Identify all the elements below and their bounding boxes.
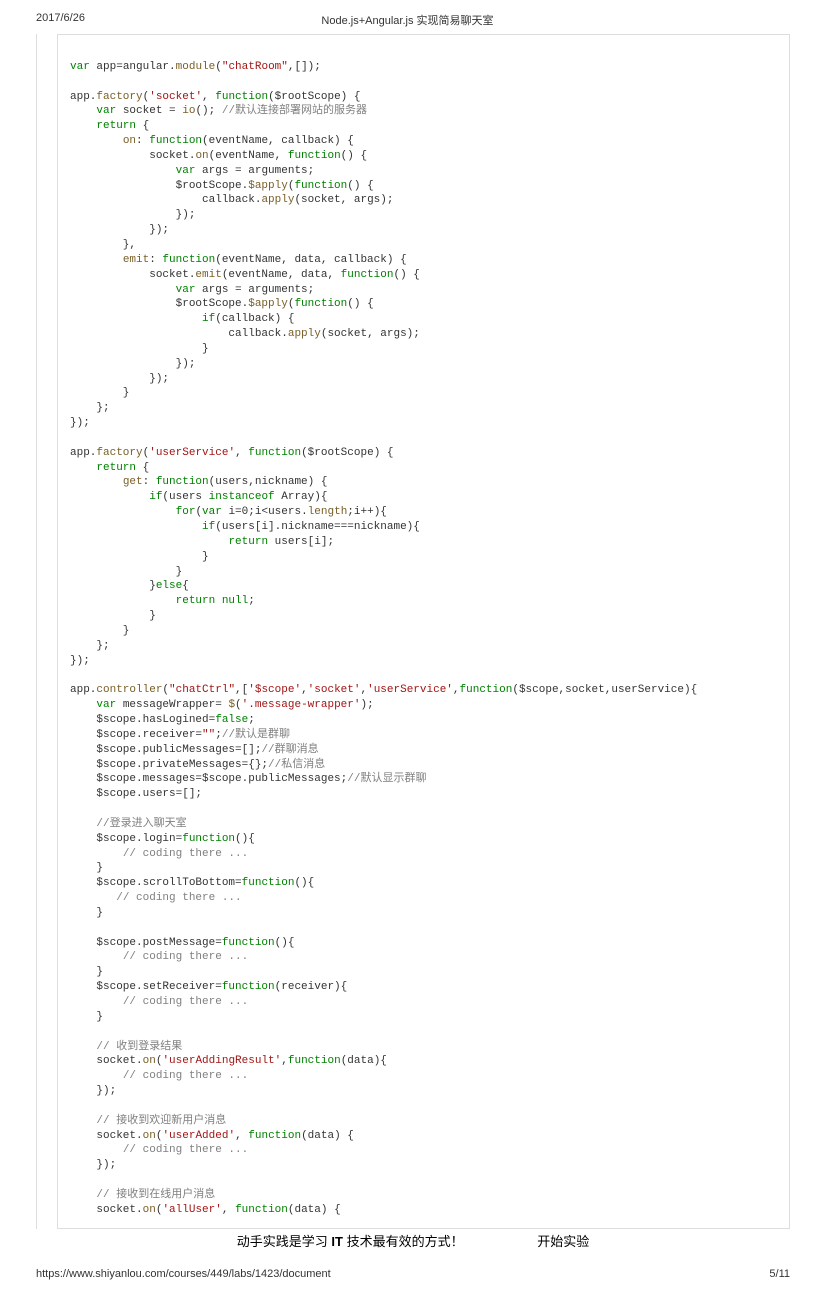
footer-url: https://www.shiyanlou.com/courses/449/la… bbox=[36, 1268, 331, 1280]
banner-slogan: 动手实践是学习 IT 技术最有效的方式！ bbox=[237, 1231, 464, 1250]
code-block: var app=angular.module("chatRoom",[]); a… bbox=[57, 34, 790, 1229]
kw-var: var bbox=[70, 61, 90, 73]
start-experiment-button[interactable]: 开始实验 bbox=[537, 1231, 589, 1250]
content-wrap: var app=angular.module("chatRoom",[]); a… bbox=[36, 34, 790, 1229]
bottom-banner: 动手实践是学习 IT 技术最有效的方式！ 开始实验 bbox=[36, 1229, 790, 1254]
page-header: 2017/6/26 Node.js+Angular.js 实现简易聊天室 bbox=[0, 0, 826, 34]
page-footer: https://www.shiyanlou.com/courses/449/la… bbox=[0, 1254, 826, 1294]
print-date: 2017/6/26 bbox=[36, 12, 85, 28]
page-title: Node.js+Angular.js 实现简易聊天室 bbox=[85, 12, 730, 28]
footer-page-number: 5/11 bbox=[769, 1268, 790, 1280]
